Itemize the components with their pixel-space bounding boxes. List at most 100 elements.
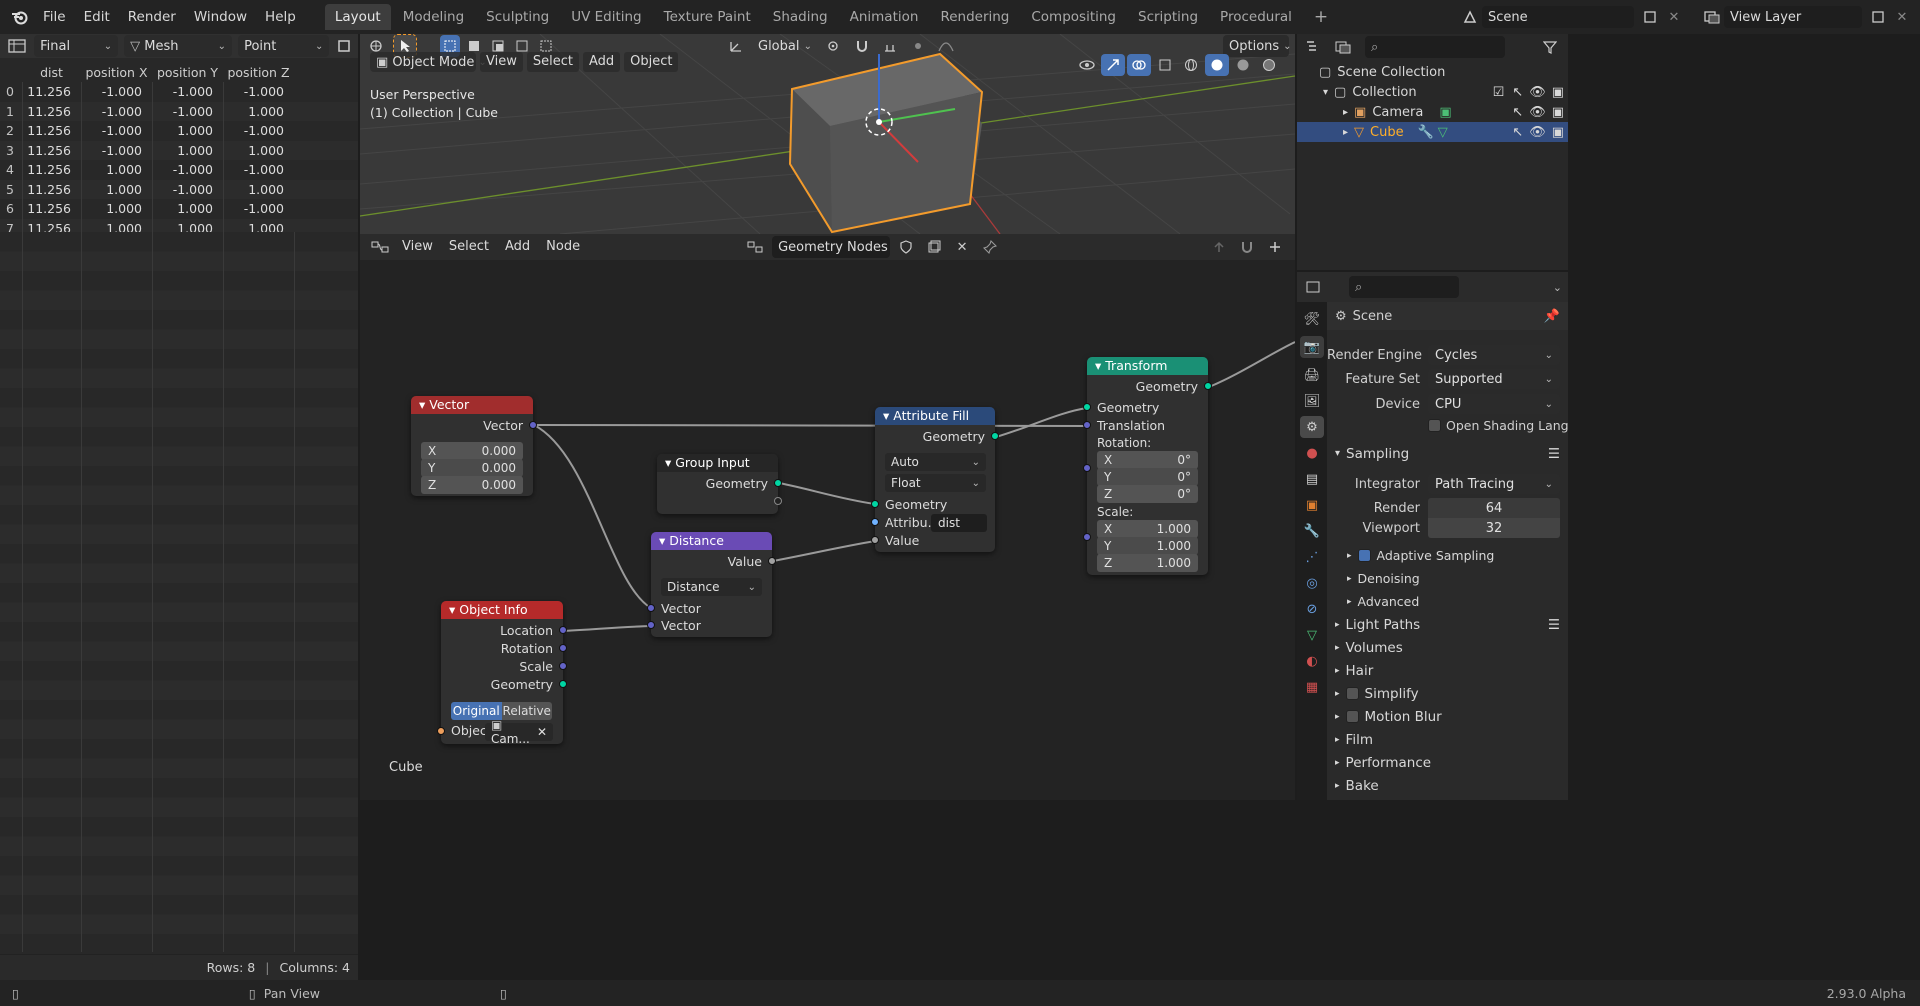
group-input-empty-socket[interactable] — [774, 497, 782, 505]
performance-panel-header[interactable]: ▸ Performance — [1327, 751, 1568, 774]
tab-texture-paint[interactable]: Texture Paint — [654, 4, 761, 30]
world-tab-icon[interactable]: ● — [1300, 442, 1324, 464]
collection-exclude-checkbox[interactable]: ☑ — [1493, 85, 1505, 100]
transform-scale-socket[interactable] — [1083, 533, 1091, 541]
evaluation-state-dropdown[interactable]: Final ⌄ — [34, 35, 119, 57]
object-info-node[interactable]: ▾ Object Info Location Rotation Scale Ge… — [437, 601, 567, 746]
attribute-fill-domain-dropdown[interactable]: Auto ⌄ — [885, 453, 986, 471]
clear-object-icon[interactable]: ✕ — [537, 725, 547, 739]
attribute-fill-geometry-socket[interactable] — [871, 500, 879, 508]
tab-animation[interactable]: Animation — [840, 4, 929, 30]
volumes-panel-header[interactable]: ▸ Volumes — [1327, 636, 1568, 659]
transform-node[interactable]: ▾ Transform Geometry Geometry Translatio… — [1083, 357, 1212, 575]
attribute-fill-type-dropdown[interactable]: Float ⌄ — [885, 474, 986, 492]
outliner-search-field[interactable]: ⌕ — [1365, 36, 1505, 58]
collection-render-icon[interactable]: ▣ — [1552, 85, 1564, 100]
film-panel-header[interactable]: ▸ Film — [1327, 728, 1568, 751]
simplify-checkbox[interactable] — [1345, 687, 1359, 700]
tab-shading[interactable]: Shading — [763, 4, 838, 30]
advanced-subpanel[interactable]: ▸ Advanced — [1327, 590, 1568, 613]
physics-tab-icon[interactable]: ◎ — [1300, 572, 1324, 594]
attribute-fill-node[interactable]: ▾ Attribute Fill Geometry Auto ⌄ Float ⌄ G… — [871, 407, 999, 552]
motion-blur-checkbox[interactable] — [1345, 710, 1359, 723]
viewport-menu-select[interactable]: Select — [526, 52, 579, 72]
particles-tab-icon[interactable]: ⋰ — [1300, 546, 1324, 568]
object-info-rotation-socket[interactable] — [559, 644, 567, 652]
vector-x-field[interactable]: X 0.000 — [421, 442, 523, 460]
3d-viewport[interactable]: Global⌄ Options⌄ ▣ Object Mode⌄ View Sel… — [360, 34, 1295, 234]
distance-value-socket[interactable] — [768, 557, 776, 565]
tab-uv-editing[interactable]: UV Editing — [561, 4, 651, 30]
transform-scale-z-field[interactable]: Z 1.000 — [1097, 554, 1198, 572]
transform-translation-socket[interactable] — [1083, 421, 1091, 429]
group-input-node[interactable]: ▾ Group Input Geometry — [657, 454, 782, 514]
simplify-panel-header[interactable]: ▸ Simplify — [1327, 682, 1568, 705]
object-tab-icon[interactable]: ▣ — [1300, 494, 1324, 516]
transform-node-header[interactable]: ▾ Transform — [1087, 357, 1208, 375]
denoising-subpanel[interactable]: ▸ Denoising — [1327, 567, 1568, 590]
light-paths-presets-icon[interactable]: ☰ — [1548, 617, 1560, 633]
viewport-menu-add[interactable]: Add — [582, 52, 621, 72]
vector-z-field[interactable]: Z 0.000 — [421, 476, 523, 494]
viewport-menu-view[interactable]: View — [480, 52, 523, 72]
tab-procedural[interactable]: Procedural — [1210, 4, 1302, 30]
render-tab-icon[interactable]: 📷 — [1300, 336, 1324, 358]
transform-rotation-y-field[interactable]: Y 0° — [1097, 468, 1198, 486]
expand-camera-icon[interactable]: ▸ — [1343, 107, 1348, 118]
editor-type-icon[interactable] — [6, 35, 28, 57]
material-shading-icon[interactable] — [1231, 54, 1255, 76]
vector-output-socket[interactable] — [529, 421, 537, 429]
transform-scale-y-field[interactable]: Y 1.000 — [1097, 537, 1198, 555]
object-info-location-socket[interactable] — [559, 626, 567, 634]
expand-collection-icon[interactable]: ▾ — [1323, 87, 1328, 98]
transform-geometry-socket[interactable] — [1083, 403, 1091, 411]
object-info-object-field[interactable]: ▣ Cam... ✕ — [485, 718, 553, 746]
camera-select-icon[interactable]: ↖ — [1512, 105, 1523, 120]
cube-visibility-icon[interactable]: 👁 — [1529, 125, 1546, 140]
osl-checkbox-row[interactable]: Open Shading Lang... — [1428, 418, 1568, 433]
distance-input1-socket[interactable] — [647, 604, 655, 612]
vector-node[interactable]: ▾ Vector Vector X 0.000 Y 0.000 Z 0.000 — [411, 396, 537, 496]
menu-help[interactable]: Help — [256, 0, 305, 34]
outliner-row-scene-collection[interactable]: ▢ Scene Collection — [1297, 62, 1568, 82]
group-input-node-header[interactable]: ▾ Group Input — [657, 454, 778, 472]
outliner-editor-type-icon[interactable] — [1303, 36, 1327, 58]
rendered-shading-icon[interactable] — [1257, 54, 1281, 76]
distance-node-header[interactable]: ▾ Distance — [651, 532, 772, 550]
outliner-row-camera[interactable]: ▸ ▣ Camera ▣ ↖ 👁 ▣ — [1297, 102, 1568, 122]
attribute-fill-output-socket[interactable] — [991, 432, 999, 440]
menu-render[interactable]: Render — [119, 0, 185, 34]
tool-tab-icon[interactable]: 🛠 — [1300, 308, 1324, 330]
collection-visibility-icon[interactable]: 👁 — [1529, 85, 1546, 100]
properties-editor-type-icon[interactable] — [1303, 276, 1327, 298]
properties-search-field[interactable]: ⌕ — [1349, 276, 1459, 298]
vector-y-field[interactable]: Y 0.000 — [421, 459, 523, 477]
menu-edit[interactable]: Edit — [75, 0, 119, 34]
outliner-row-collection[interactable]: ▾ ▢ Collection ☑ ↖ 👁 ▣ — [1297, 82, 1568, 102]
expand-cube-icon[interactable]: ▸ — [1343, 127, 1348, 138]
distance-input2-socket[interactable] — [647, 621, 655, 629]
viewport-menu-object[interactable]: Object — [624, 52, 679, 72]
view-layer-icon[interactable] — [1700, 6, 1724, 28]
add-workspace-icon[interactable]: + — [1304, 4, 1338, 30]
properties-options-chevron[interactable]: ⌄ — [1553, 281, 1562, 294]
pin-context-icon[interactable]: 📌 — [1544, 309, 1560, 324]
solid-shading-icon[interactable] — [1205, 54, 1229, 76]
overlays-toggle-icon[interactable] — [1127, 54, 1151, 76]
transform-output-socket[interactable] — [1204, 382, 1212, 390]
object-mode-dropdown[interactable]: ▣ Object Mode⌄ — [370, 52, 487, 72]
transform-scale-x-field[interactable]: X 1.000 — [1097, 520, 1198, 538]
distance-mode-dropdown[interactable]: Distance ⌄ — [661, 578, 762, 596]
hair-panel-header[interactable]: ▸ Hair — [1327, 659, 1568, 682]
tab-rendering[interactable]: Rendering — [930, 4, 1019, 30]
menu-window[interactable]: Window — [185, 0, 256, 34]
tab-compositing[interactable]: Compositing — [1021, 4, 1126, 30]
scene-tab-icon[interactable]: ⚙ — [1300, 416, 1324, 438]
render-engine-dropdown[interactable]: Cycles ⌄ — [1428, 345, 1560, 365]
distance-node[interactable]: ▾ Distance Value Distance ⌄ Vector Vector — [647, 532, 776, 637]
transform-rotation-x-field[interactable]: X 0° — [1097, 451, 1198, 469]
attribute-fill-attr-socket[interactable] — [871, 518, 879, 526]
filter-icon[interactable] — [1538, 36, 1562, 58]
output-tab-icon[interactable]: 🖨 — [1300, 364, 1324, 386]
motion-blur-panel-header[interactable]: ▸ Motion Blur — [1327, 705, 1568, 728]
